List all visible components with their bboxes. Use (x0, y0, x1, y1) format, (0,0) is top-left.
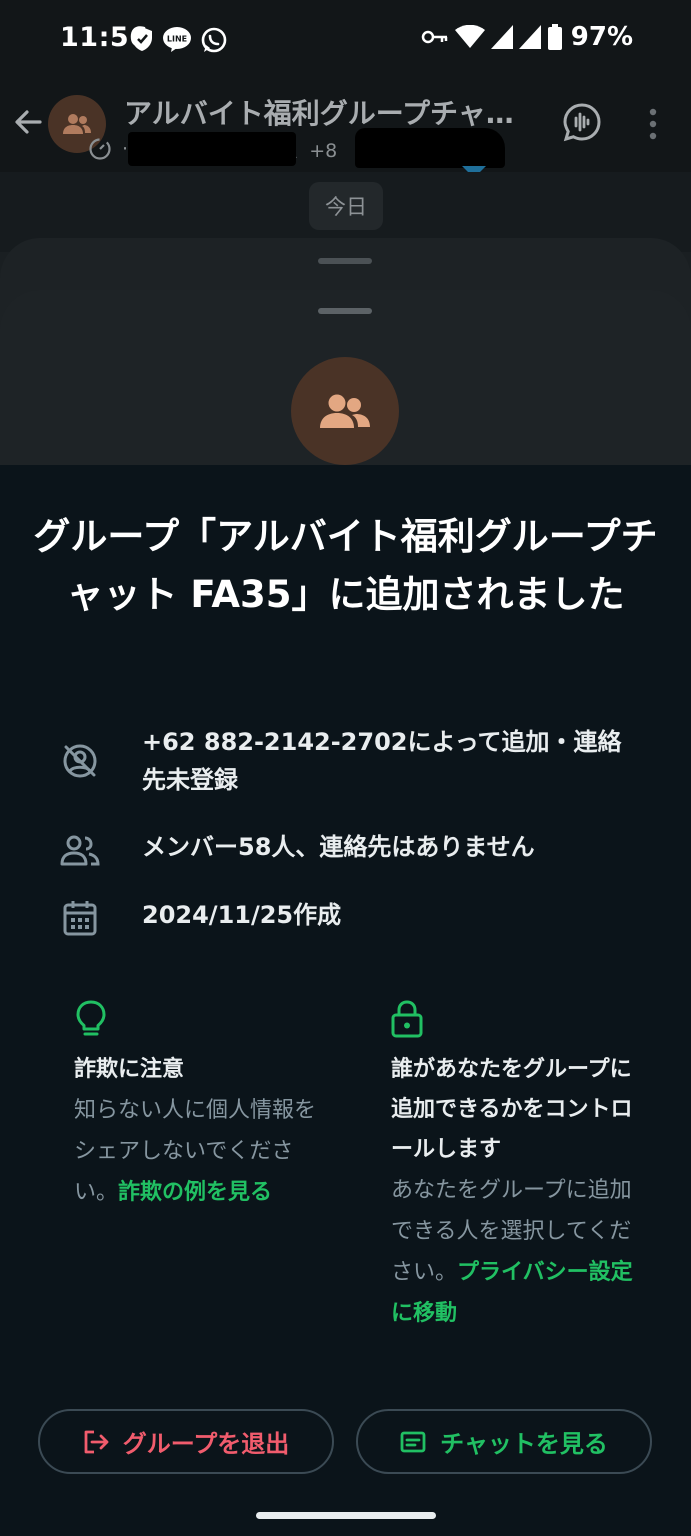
status-system-icons: 97% (421, 22, 633, 52)
redaction-mark (128, 132, 296, 166)
members-text: メンバー58人、連絡先はありません (142, 833, 535, 861)
chat-message-icon (400, 1431, 426, 1452)
redaction-mark (355, 128, 505, 168)
shield-icon (132, 27, 152, 51)
chat-header: アルバイト福利グループチャ… · 28、+8 … (0, 80, 691, 178)
exit-icon (84, 1430, 109, 1453)
sheet-drag-handle[interactable] (318, 308, 372, 314)
status-notification-icons: LINE (130, 26, 228, 54)
members-icon (58, 828, 102, 872)
tip-privacy-control: 誰があなたをグループに追加できるかをコントロールします あなたをグループに追加で… (391, 1000, 651, 1334)
lightbulb-icon (76, 1000, 106, 1036)
calendar-icon (58, 896, 102, 940)
lock-icon (391, 1000, 423, 1038)
vpn-key-icon (421, 30, 448, 44)
voice-chat-icon[interactable] (562, 102, 602, 146)
chat-title[interactable]: アルバイト福利グループチャ… (124, 92, 524, 132)
back-arrow-icon[interactable] (12, 106, 44, 142)
tip-scam-heading: 詐欺に注意 (74, 1057, 185, 1082)
date-chip: 今日 (309, 182, 383, 230)
view-chat-label: チャットを見る (440, 1430, 608, 1458)
svg-text:LINE: LINE (167, 35, 187, 44)
line-app-icon: LINE (163, 27, 191, 52)
wifi-icon (454, 25, 485, 48)
group-people-icon (320, 394, 370, 428)
tip-privacy-body: あなたをグループに追加できる人を選択してください。プライバシー設定に移動 (391, 1170, 651, 1334)
signal-icon (490, 25, 513, 49)
sheet-drag-handle[interactable] (318, 258, 372, 264)
whatsapp-icon (201, 27, 227, 53)
battery-icon (547, 24, 562, 50)
more-options-icon[interactable] (648, 108, 658, 144)
scam-examples-link[interactable]: 詐欺の例を見る (118, 1180, 272, 1205)
tip-scam-body: 知らない人に個人情報をシェアしないでください。詐欺の例を見る (74, 1090, 334, 1213)
created-date-text: 2024/11/25作成 (142, 901, 342, 929)
status-bar: 11:56 LINE 97% (0, 0, 691, 80)
view-chat-button[interactable]: チャットを見る (356, 1409, 652, 1474)
disappearing-timer-icon (89, 138, 111, 160)
contact-not-saved-icon (58, 739, 102, 783)
tip-scam-warning: 詐欺に注意 知らない人に個人情報をシェアしないでください。詐欺の例を見る (74, 1000, 334, 1213)
exit-group-label: グループを退出 (122, 1430, 290, 1458)
tip-privacy-heading: 誰があなたをグループに追加できるかをコントロールします (391, 1057, 633, 1162)
exit-group-button[interactable]: グループを退出 (38, 1409, 334, 1474)
sheet-title: グループ「アルバイト福利グループチャット FA35」に追加されました (33, 515, 658, 616)
added-by-text: +62 882-2142-2702によって追加・連絡先未登録 (142, 728, 622, 794)
signal-icon-2 (518, 25, 541, 49)
battery-percentage: 97% (570, 22, 633, 52)
group-avatar (291, 357, 399, 465)
home-indicator[interactable] (256, 1512, 436, 1519)
